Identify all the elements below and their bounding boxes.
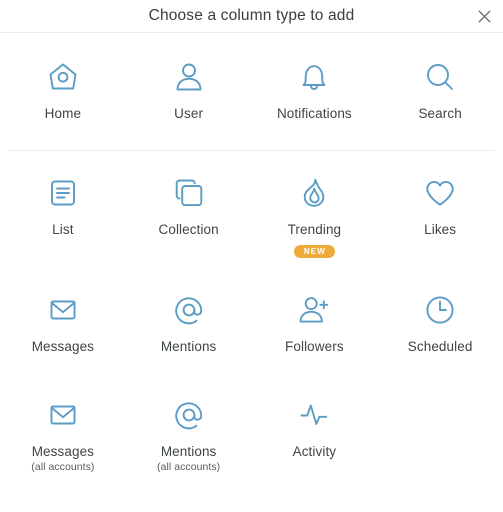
dialog-title: Choose a column type to add [148, 6, 355, 24]
column-type-sublabel: (all accounts) [157, 460, 221, 473]
column-type-user[interactable]: User [126, 35, 252, 150]
column-type-followers[interactable]: Followers [252, 270, 378, 375]
column-type-label: Mentions [160, 444, 217, 459]
at-icon [170, 395, 208, 435]
column-type-label: User [174, 106, 204, 121]
column-type-messages[interactable]: Messages [0, 270, 126, 375]
column-type-label: List [52, 222, 74, 237]
column-type-trending[interactable]: Trending NEW [252, 151, 378, 270]
column-type-label: Home [44, 106, 82, 121]
column-type-label: Followers [285, 339, 344, 354]
column-type-label: Search [418, 106, 462, 121]
envelope-icon [44, 290, 82, 330]
column-type-search[interactable]: Search [377, 35, 503, 150]
bell-icon [295, 57, 333, 97]
column-type-notifications[interactable]: Notifications [252, 35, 378, 150]
close-button[interactable] [471, 3, 497, 29]
column-type-activity[interactable]: Activity [252, 375, 378, 483]
heart-icon [421, 173, 459, 213]
clock-icon [421, 290, 459, 330]
column-type-row: Messages (all accounts) Mentions (all ac… [0, 375, 503, 483]
column-type-scheduled[interactable]: Scheduled [377, 270, 503, 375]
column-type-mentions[interactable]: Mentions [126, 270, 252, 375]
close-icon [477, 9, 492, 24]
column-type-label: Collection [158, 222, 219, 237]
column-type-messages-all-accounts[interactable]: Messages (all accounts) [0, 375, 126, 483]
flame-icon [295, 173, 333, 213]
dialog-header: Choose a column type to add [0, 0, 503, 33]
column-type-label: Trending [287, 222, 342, 237]
envelope-icon [44, 395, 82, 435]
column-type-list[interactable]: List [0, 151, 126, 270]
column-type-label: Likes [424, 222, 457, 237]
list-icon [44, 173, 82, 213]
column-type-likes[interactable]: Likes [377, 151, 503, 270]
column-type-label: Mentions [160, 339, 217, 354]
column-type-sublabel: (all accounts) [31, 460, 95, 473]
column-type-label: Activity [292, 444, 337, 459]
column-type-mentions-all-accounts[interactable]: Mentions (all accounts) [126, 375, 252, 483]
column-type-row: Messages Mentions Followers Scheduled [0, 270, 503, 375]
pulse-icon [295, 395, 333, 435]
column-type-label: Messages [31, 444, 95, 459]
column-type-label: Messages [31, 339, 95, 354]
collection-icon [170, 173, 208, 213]
column-type-home[interactable]: Home [0, 35, 126, 150]
column-type-grid: Home User Notifications Search List Coll… [0, 33, 503, 512]
home-icon [44, 57, 82, 97]
column-type-label: Scheduled [407, 339, 473, 354]
user-icon [170, 57, 208, 97]
column-type-collection[interactable]: Collection [126, 151, 252, 270]
choose-column-type-dialog: Choose a column type to add Home User No… [0, 0, 503, 512]
search-icon [421, 57, 459, 97]
at-icon [170, 290, 208, 330]
user-plus-icon [295, 290, 333, 330]
column-type-label: Notifications [276, 106, 352, 121]
column-type-row: Home User Notifications Search [0, 35, 503, 150]
column-type-empty-slot [377, 375, 503, 483]
column-type-row: List Collection Trending NEW Likes [0, 151, 503, 270]
new-badge: NEW [293, 244, 335, 258]
